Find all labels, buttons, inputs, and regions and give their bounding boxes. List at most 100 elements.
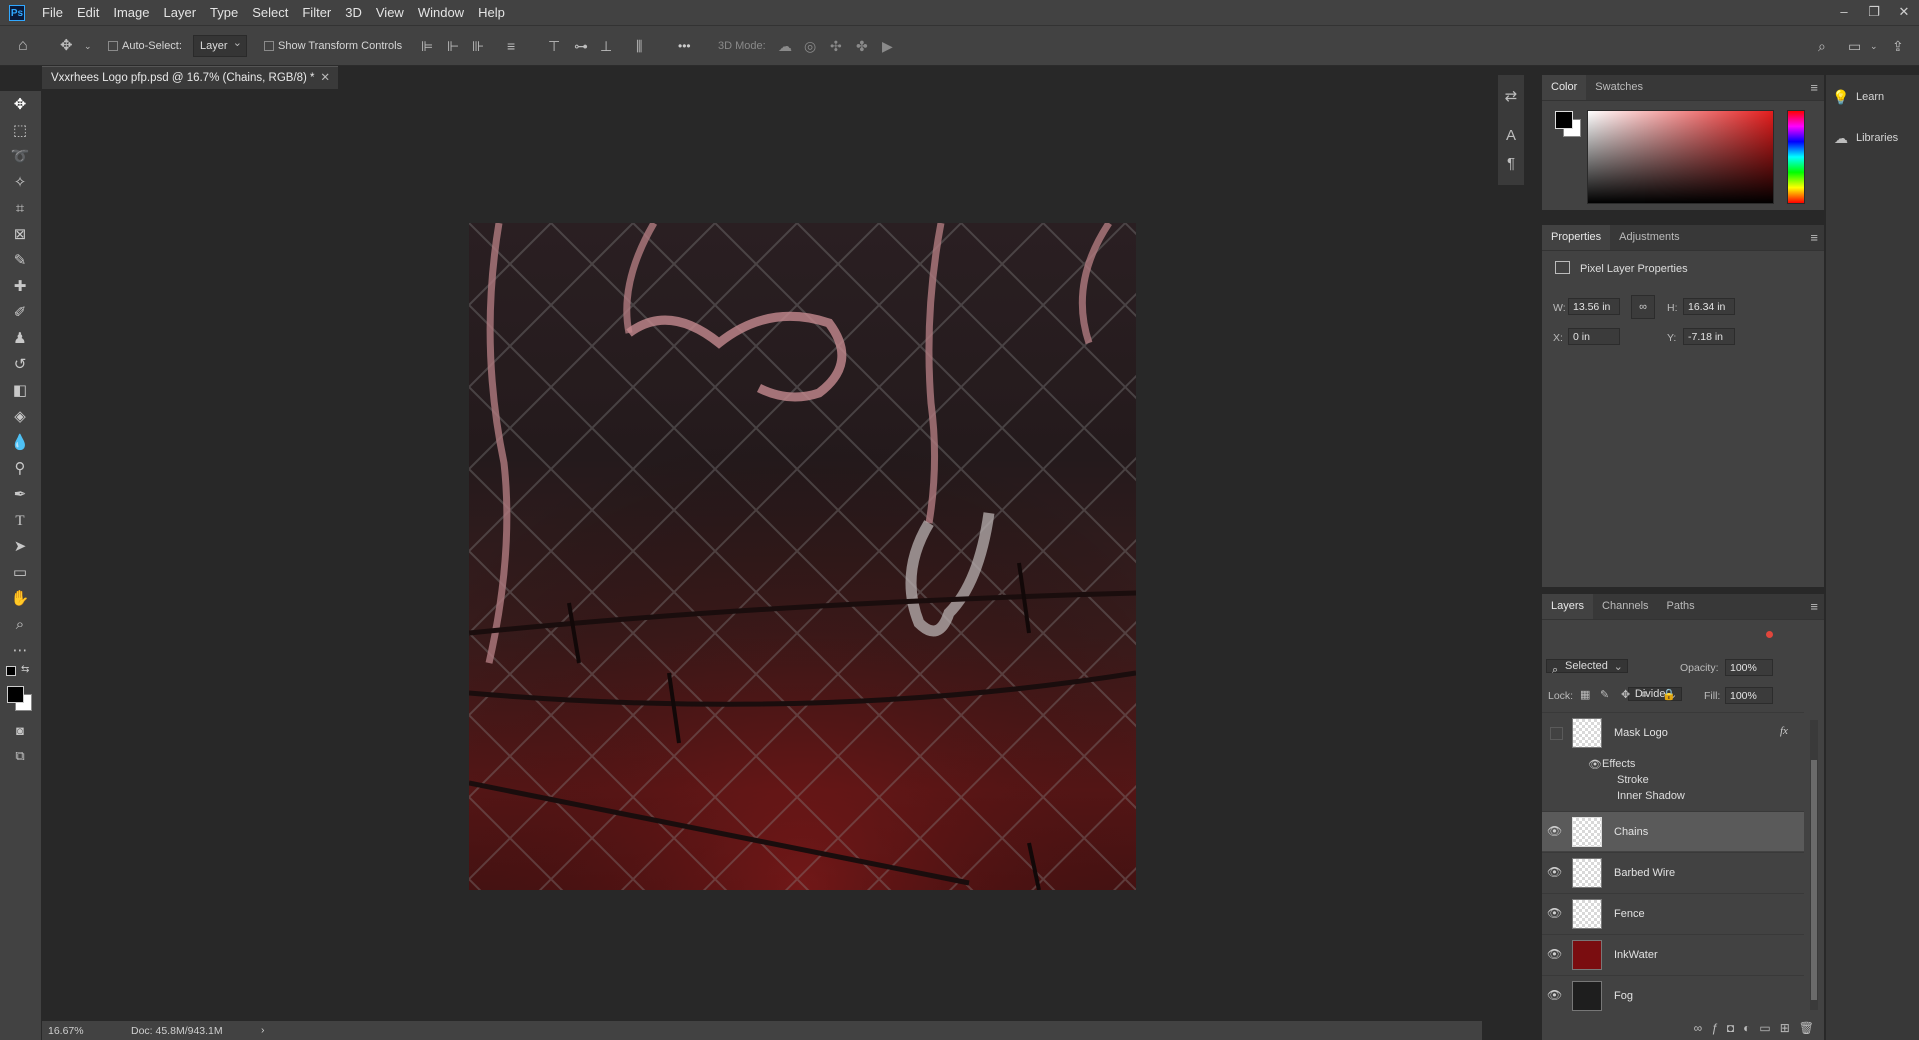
tab-color[interactable]: Color: [1542, 75, 1587, 100]
more-tools-icon[interactable]: ⋯: [9, 640, 31, 662]
layer-filter-dropdown[interactable]: ⌕ Selected: [1546, 659, 1628, 676]
move-tool-preset-icon[interactable]: ✥: [60, 26, 80, 66]
layer-row-barbed-wire[interactable]: 👁 Barbed Wire: [1542, 852, 1804, 892]
lock-pixels-icon[interactable]: ✎: [1600, 688, 1609, 702]
effects-label[interactable]: Effects: [1602, 758, 1635, 770]
add-mask-icon[interactable]: ◘: [1727, 1021, 1734, 1035]
opacity-field[interactable]: 100%: [1725, 659, 1773, 676]
visibility-toggle-off[interactable]: [1550, 727, 1563, 740]
add-style-icon[interactable]: ƒ: [1711, 1021, 1718, 1035]
eye-icon[interactable]: 👁: [1547, 988, 1562, 1003]
blur-tool-icon[interactable]: 💧: [9, 432, 31, 454]
eye-icon[interactable]: 👁: [1547, 947, 1562, 962]
tab-paths[interactable]: Paths: [1658, 594, 1704, 619]
height-field[interactable]: 16.34 in: [1683, 298, 1735, 315]
eye-icon[interactable]: 👁: [1547, 824, 1562, 839]
show-transform-option[interactable]: Show Transform Controls: [264, 26, 402, 66]
align-bottom-icon[interactable]: ⊥: [600, 26, 618, 66]
crop-tool-icon[interactable]: ⌗: [9, 198, 31, 220]
fx-badge[interactable]: fx: [1780, 725, 1788, 737]
link-layers-icon[interactable]: ∞: [1694, 1021, 1703, 1035]
type-tool-icon[interactable]: T: [9, 510, 31, 532]
character-panel-icon[interactable]: A: [1498, 127, 1524, 144]
color-panel-menu-icon[interactable]: ≡: [1810, 80, 1818, 95]
hand-tool-icon[interactable]: ✋: [9, 588, 31, 610]
layer-row-fence[interactable]: 👁 Fence: [1542, 893, 1804, 933]
rectangle-tool-icon[interactable]: ▭: [9, 562, 31, 584]
menu-help[interactable]: Help: [471, 0, 512, 25]
layer-row-fog[interactable]: 👁 Fog: [1542, 975, 1804, 1015]
canvas-area[interactable]: [42, 90, 1482, 1021]
fill-field[interactable]: 100%: [1725, 687, 1773, 704]
menu-image[interactable]: Image: [106, 0, 156, 25]
layers-panel-menu-icon[interactable]: ≡: [1810, 599, 1818, 614]
distribute-icon[interactable]: ≡: [507, 26, 525, 66]
menu-type[interactable]: Type: [203, 0, 245, 25]
document-canvas[interactable]: [469, 223, 1136, 890]
lock-artboard-icon[interactable]: ⌗: [1641, 688, 1647, 702]
magic-wand-tool-icon[interactable]: ✧: [9, 172, 31, 194]
auto-select-target-dropdown[interactable]: Layer: [193, 33, 247, 57]
properties-panel-menu-icon[interactable]: ≡: [1810, 230, 1818, 245]
eyedropper-tool-icon[interactable]: ✎: [9, 250, 31, 272]
history-panel-icon[interactable]: ⇄: [1498, 87, 1524, 105]
auto-select-option[interactable]: Auto-Select:: [108, 26, 182, 66]
home-icon[interactable]: ⌂: [18, 26, 38, 66]
show-transform-checkbox[interactable]: [264, 41, 274, 51]
swap-colors-icon[interactable]: ⇆: [21, 664, 29, 675]
layers-scrollbar-thumb[interactable]: [1811, 760, 1817, 1000]
auto-select-checkbox[interactable]: [108, 41, 118, 51]
new-group-icon[interactable]: ▭: [1759, 1021, 1770, 1035]
minimize-button[interactable]: –: [1829, 0, 1859, 25]
adjustment-layer-icon[interactable]: ◐: [1743, 1021, 1750, 1035]
pen-tool-icon[interactable]: ✒: [9, 484, 31, 506]
align-middle-icon[interactable]: ⊶: [574, 26, 592, 66]
more-options-button[interactable]: •••: [678, 26, 691, 66]
y-position-field[interactable]: -7.18 in: [1683, 328, 1735, 345]
lasso-tool-icon[interactable]: ➰: [9, 146, 31, 168]
filter-toggle-icon[interactable]: [1766, 631, 1773, 638]
menu-3d[interactable]: 3D: [338, 0, 369, 25]
workspace-chevron-icon[interactable]: ⌄: [1870, 26, 1880, 66]
zoom-level[interactable]: 16.67%: [48, 1025, 84, 1037]
tab-channels[interactable]: Channels: [1593, 594, 1657, 619]
restore-button[interactable]: ❐: [1859, 0, 1889, 25]
orbit-3d-icon[interactable]: ☁: [778, 26, 796, 66]
align-left-icon[interactable]: ⊫: [421, 26, 439, 66]
lock-position-icon[interactable]: ✥: [1621, 688, 1630, 702]
link-dimensions-icon[interactable]: ∞: [1631, 295, 1655, 319]
effect-stroke[interactable]: Stroke: [1617, 774, 1649, 786]
history-brush-tool-icon[interactable]: ↺: [9, 354, 31, 376]
clone-stamp-tool-icon[interactable]: ♟: [9, 328, 31, 350]
menu-view[interactable]: View: [369, 0, 411, 25]
effect-inner-shadow[interactable]: Inner Shadow: [1617, 790, 1685, 802]
layer-row-inkwater[interactable]: 👁 InkWater: [1542, 934, 1804, 974]
lock-all-icon[interactable]: 🔒: [1662, 688, 1676, 702]
width-field[interactable]: 13.56 in: [1568, 298, 1620, 315]
path-selection-tool-icon[interactable]: ➤: [9, 536, 31, 558]
eye-icon[interactable]: 👁: [1547, 906, 1562, 921]
close-window-button[interactable]: ✕: [1889, 0, 1919, 25]
share-icon[interactable]: ⇪: [1892, 26, 1910, 66]
status-arrow-icon[interactable]: ›: [261, 1024, 265, 1036]
paragraph-panel-icon[interactable]: ¶: [1498, 155, 1524, 172]
align-top-icon[interactable]: ⊤: [548, 26, 566, 66]
align-center-icon[interactable]: ⊩: [447, 26, 465, 66]
layers-scrollbar[interactable]: [1810, 720, 1818, 1010]
scale-3d-icon[interactable]: ▶: [882, 26, 900, 66]
menu-file[interactable]: File: [35, 0, 70, 25]
close-document-icon[interactable]: ✕: [320, 67, 330, 90]
pan-3d-icon[interactable]: ✣: [830, 26, 848, 66]
search-icon[interactable]: ⌕: [1818, 26, 1836, 66]
effects-eye-icon[interactable]: 👁: [1588, 758, 1602, 771]
eye-icon[interactable]: 👁: [1547, 865, 1562, 880]
menu-filter[interactable]: Filter: [295, 0, 338, 25]
distribute-vertical-icon[interactable]: ⫼: [636, 26, 654, 66]
slide-3d-icon[interactable]: ✤: [856, 26, 874, 66]
marquee-tool-icon[interactable]: ⬚: [9, 120, 31, 142]
menu-select[interactable]: Select: [245, 0, 295, 25]
frame-tool-icon[interactable]: ⊠: [9, 224, 31, 246]
color-foreground-swatch[interactable]: [1555, 111, 1573, 129]
chevron-down-icon[interactable]: ⌄: [84, 26, 94, 66]
brush-tool-icon[interactable]: ✐: [9, 302, 31, 324]
